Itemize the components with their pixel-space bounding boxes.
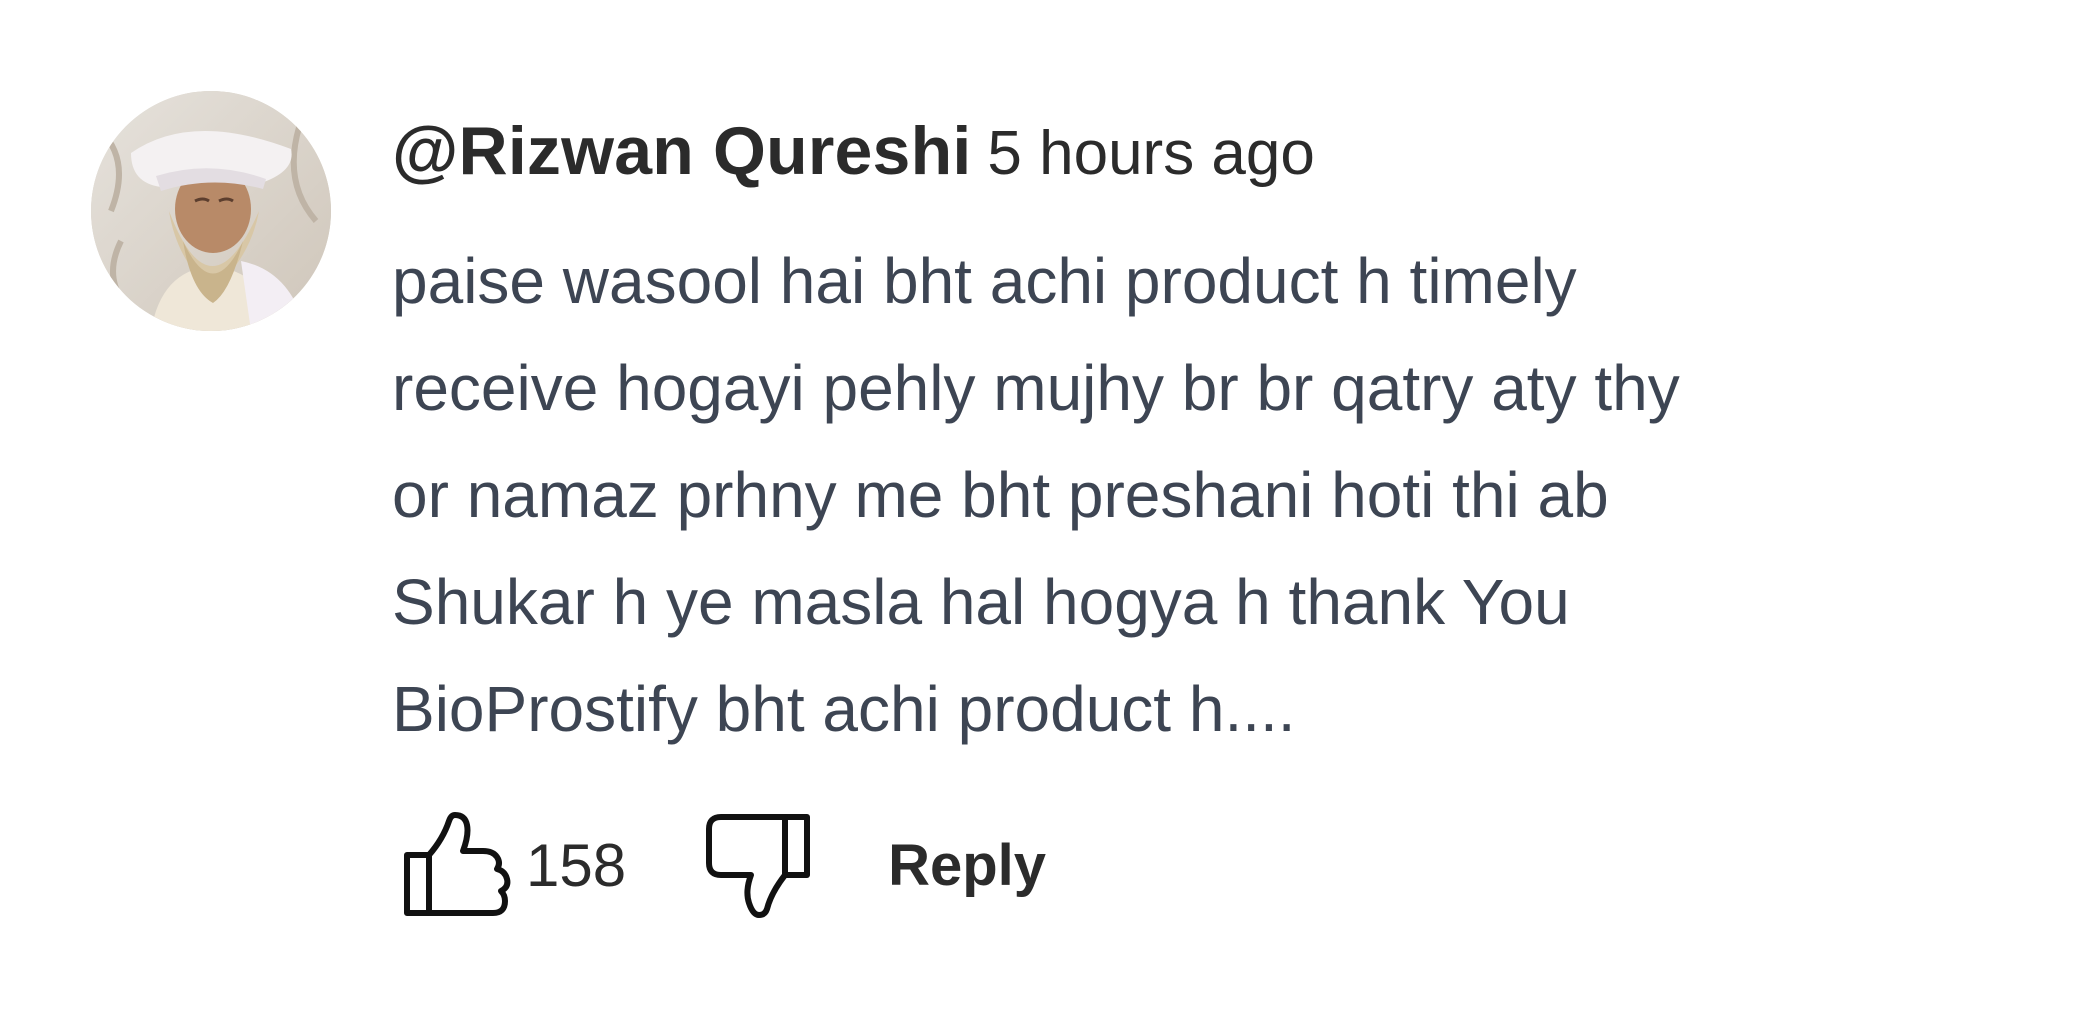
like-button[interactable] bbox=[392, 800, 522, 930]
avatar[interactable] bbox=[91, 91, 331, 331]
avatar-portrait-image bbox=[91, 91, 331, 331]
author-name[interactable]: @Rizwan Qureshi bbox=[392, 113, 971, 189]
comment-text-line: receive hogayi pehly mujhy br br qatry a… bbox=[392, 352, 1680, 424]
thumbs-up-icon bbox=[404, 812, 511, 916]
comment-text-line: or namaz prhny me bht preshani hoti thi … bbox=[392, 459, 1609, 531]
comment-text-line: Shukar h ye masla hal hogya h thank You bbox=[392, 566, 1570, 638]
comment-actions: 158 Reply bbox=[392, 800, 1046, 930]
comment-text-line: paise wasool hai bht achi product h time… bbox=[392, 245, 1577, 317]
dislike-button[interactable] bbox=[692, 800, 822, 930]
comment-thread-item: @Rizwan Qureshi 5 hours ago paise wasool … bbox=[0, 0, 2088, 1020]
comment-timestamp[interactable]: 5 hours ago bbox=[987, 119, 1314, 188]
comment-text: paise wasool hai bht achi product h time… bbox=[392, 228, 1992, 763]
comment-text-line: BioProstify bht achi product h.... bbox=[392, 673, 1296, 745]
reply-button[interactable]: Reply bbox=[888, 832, 1046, 899]
comment-header: @Rizwan Qureshi 5 hours ago bbox=[392, 106, 1315, 196]
thumbs-down-icon bbox=[706, 814, 811, 918]
like-count: 158 bbox=[526, 831, 627, 899]
